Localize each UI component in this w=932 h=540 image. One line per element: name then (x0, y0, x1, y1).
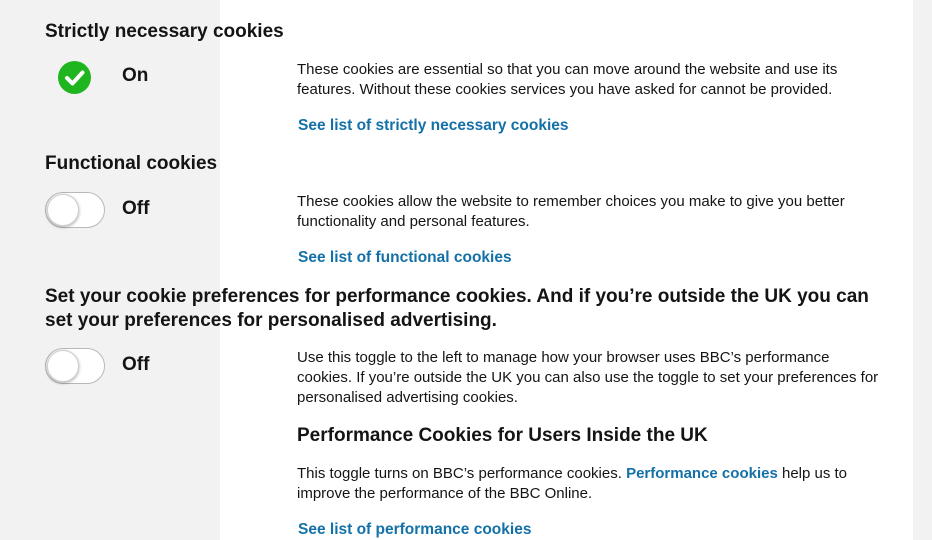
check-circle-icon (58, 61, 91, 94)
performance-uk-description: This toggle turns on BBC’s performance c… (297, 464, 887, 504)
performance-cookies-link[interactable]: See list of performance cookies (298, 520, 531, 540)
functional-description: These cookies allow the website to remem… (297, 193, 845, 230)
functional-cookies-link[interactable]: See list of functional cookies (298, 248, 512, 268)
left-gutter (0, 0, 220, 540)
functional-state-label: Off (122, 198, 150, 219)
toggle-knob (47, 194, 79, 226)
strictly-necessary-cookies-link[interactable]: See list of strictly necessary cookies (298, 116, 569, 136)
cookie-settings-page: Strictly necessary cookies On These cook… (0, 0, 932, 540)
toggle-knob (47, 350, 79, 382)
performance-state-label: Off (122, 354, 150, 375)
performance-description: Use this toggle to the left to manage ho… (297, 349, 879, 406)
performance-toggle[interactable] (45, 348, 105, 384)
right-gutter (913, 0, 932, 540)
performance-heading: Set your cookie preferences for performa… (45, 286, 869, 331)
strictly-necessary-heading: Strictly necessary cookies (45, 21, 284, 42)
performance-uk-text-before: This toggle turns on BBC’s performance c… (297, 465, 627, 482)
performance-uk-subheading: Performance Cookies for Users Inside the… (297, 425, 708, 446)
functional-heading: Functional cookies (45, 153, 218, 174)
strictly-necessary-description: These cookies are essential so that you … (297, 61, 838, 98)
performance-cookies-inline-link[interactable]: Performance cookies (626, 465, 778, 482)
functional-toggle[interactable] (45, 192, 105, 228)
strictly-necessary-state-label: On (122, 65, 149, 86)
